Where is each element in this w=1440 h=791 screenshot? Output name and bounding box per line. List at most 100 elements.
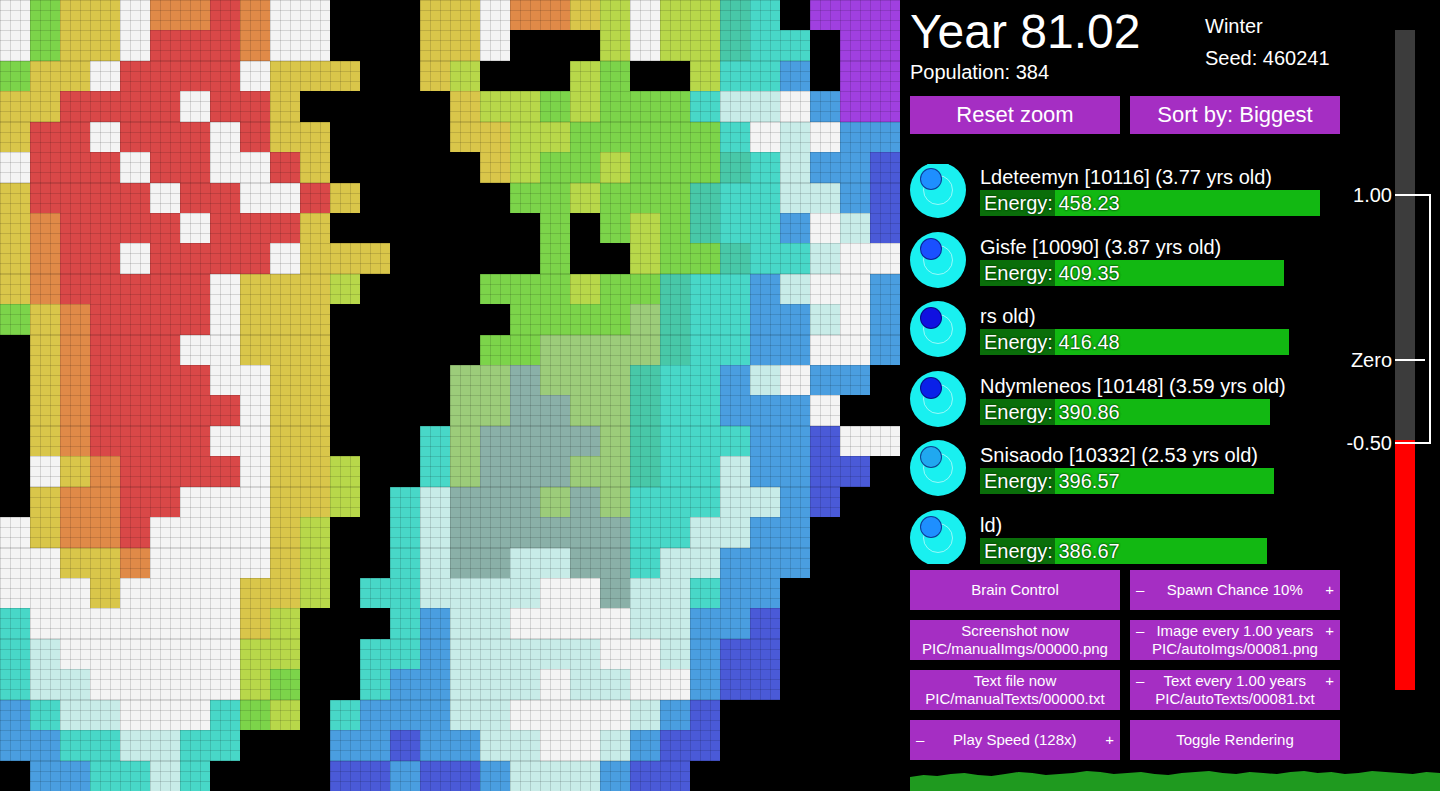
map-tile [870, 700, 900, 730]
map-tile [720, 426, 750, 456]
map-tile [210, 608, 240, 638]
map-tile [510, 608, 540, 638]
map-tile [690, 548, 720, 578]
control-button[interactable]: Text file nowPIC/manualTexts/00000.txt [910, 670, 1120, 710]
map-tile [360, 243, 390, 273]
map-tile [210, 213, 240, 243]
map-tile [600, 517, 630, 547]
map-tile [330, 395, 360, 425]
minus-button[interactable]: – [1136, 581, 1144, 599]
control-button[interactable]: –Play Speed (128x)+ [910, 720, 1120, 760]
map-tile [480, 335, 510, 365]
map-tile [270, 365, 300, 395]
map-tile [180, 608, 210, 638]
map-tile [360, 213, 390, 243]
creature-icon[interactable] [910, 164, 966, 218]
map-tile [540, 548, 570, 578]
map-tile [60, 61, 90, 91]
map-tile [600, 304, 630, 334]
map-tile [840, 730, 870, 760]
control-button[interactable]: –Text every 1.00 years+PIC/autoTexts/000… [1130, 670, 1340, 710]
creature-row[interactable]: ld)Energy: 386.67 [910, 512, 1340, 565]
year-text: Year 81.02 [910, 4, 1205, 60]
plus-button[interactable]: + [1105, 731, 1114, 749]
top-button[interactable]: Reset zoom [910, 96, 1120, 134]
map-tile [180, 517, 210, 547]
map-tile [540, 730, 570, 760]
map-tile [510, 639, 540, 669]
seed-text: Seed: 460241 [1205, 42, 1330, 74]
creature-icon[interactable] [910, 510, 966, 564]
control-button[interactable]: Toggle Rendering [1130, 720, 1340, 760]
creature-icon[interactable] [910, 371, 966, 427]
map-tile [600, 395, 630, 425]
plus-button[interactable]: + [1325, 581, 1334, 599]
creature-icon[interactable] [910, 301, 966, 357]
map-tile [450, 639, 480, 669]
map-tile [630, 213, 660, 243]
map-tile [540, 700, 570, 730]
map-tile [420, 517, 450, 547]
energy-fill: Energy: 416.48 [980, 329, 1289, 355]
map-tile [720, 395, 750, 425]
map-tile [840, 700, 870, 730]
creature-icon[interactable] [910, 440, 966, 496]
map-tile [660, 669, 690, 699]
plus-button[interactable]: + [1325, 622, 1334, 640]
world-map[interactable] [0, 0, 900, 791]
map-tile [570, 548, 600, 578]
map-tile [780, 426, 810, 456]
map-tile [300, 91, 330, 121]
energy-text: Energy: 386.67 [984, 539, 1120, 563]
minus-button[interactable]: – [916, 731, 924, 749]
map-tile [480, 517, 510, 547]
map-tile [720, 243, 750, 273]
map-tile [270, 335, 300, 365]
energy-text: Energy: 390.86 [984, 400, 1120, 424]
map-tile [390, 487, 420, 517]
map-tile [0, 761, 30, 791]
map-tile [90, 213, 120, 243]
map-tile [210, 30, 240, 60]
map-tile [60, 517, 90, 547]
map-tile [630, 304, 660, 334]
minus-button[interactable]: – [1136, 622, 1144, 640]
top-button[interactable]: Sort by: Biggest [1130, 96, 1340, 134]
map-tile [240, 761, 270, 791]
creature-row[interactable]: Ldeteemyn [10116] (3.77 yrs old)Energy: … [910, 164, 1340, 217]
map-tile [150, 548, 180, 578]
map-tile [150, 183, 180, 213]
thermometer-fill [1395, 440, 1415, 690]
control-button[interactable]: Brain Control [910, 570, 1120, 610]
control-button[interactable]: –Image every 1.00 years+PIC/autoImgs/000… [1130, 620, 1340, 660]
map-tile [720, 335, 750, 365]
creature-icon[interactable] [910, 232, 966, 288]
creature-info: rs old)Energy: 416.48 [980, 303, 1325, 355]
creature-row[interactable]: rs old)Energy: 416.48 [910, 303, 1340, 356]
map-tile [510, 61, 540, 91]
creature-row[interactable]: Snisaodo [10332] (2.53 yrs old)Energy: 3… [910, 442, 1340, 495]
creature-row[interactable]: Ndymleneos [10148] (3.59 yrs old)Energy:… [910, 373, 1340, 426]
control-button[interactable]: Screenshot nowPIC/manualImgs/00000.png [910, 620, 1120, 660]
map-tile [30, 365, 60, 395]
map-tile [420, 30, 450, 60]
map-tile [840, 548, 870, 578]
creature-row[interactable]: Gisfe [10090] (3.87 yrs old)Energy: 409.… [910, 234, 1340, 287]
map-tile [330, 183, 360, 213]
control-button[interactable]: –Spawn Chance 10%+ [1130, 570, 1340, 610]
map-tile [660, 183, 690, 213]
map-tile [480, 608, 510, 638]
map-tile [90, 365, 120, 395]
map-tile [360, 335, 390, 365]
plus-button[interactable]: + [1325, 672, 1334, 690]
map-tile [60, 730, 90, 760]
map-tile [600, 548, 630, 578]
energy-text: Energy: 409.35 [984, 261, 1120, 285]
map-tile [180, 669, 210, 699]
map-tile [870, 639, 900, 669]
map-tile [870, 122, 900, 152]
map-tile [210, 548, 240, 578]
map-tile [630, 608, 660, 638]
minus-button[interactable]: – [1136, 672, 1144, 690]
map-tile [750, 456, 780, 486]
